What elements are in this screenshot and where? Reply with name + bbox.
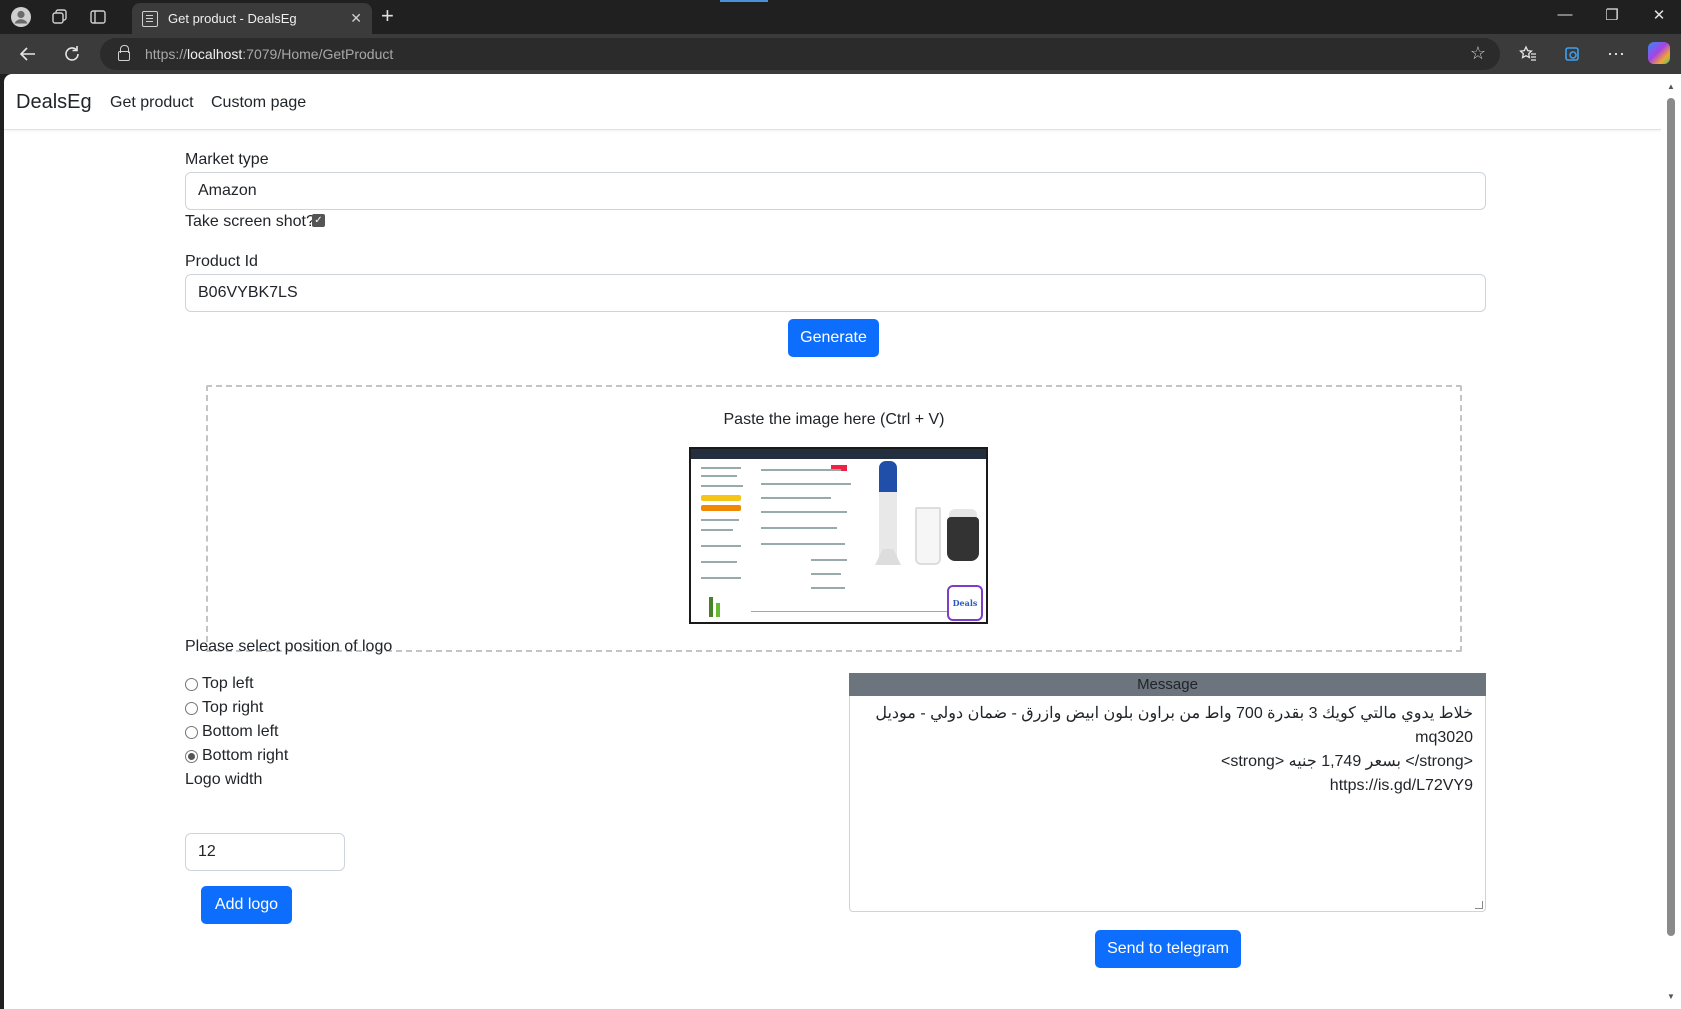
resize-handle-icon[interactable] xyxy=(1475,901,1483,909)
radio-top-right-control[interactable] xyxy=(185,701,198,715)
add-logo-button[interactable]: Add logo xyxy=(201,886,292,924)
browser-titlebar: Get product - DealsEg ✕ + — ❐ ✕ xyxy=(0,0,1681,34)
screenshot-label: Take screen shot? xyxy=(185,213,315,230)
image-dropzone[interactable]: Paste the image here (Ctrl + V) Deals xyxy=(206,385,1462,652)
deals-logo-icon: Deals xyxy=(947,585,983,621)
favorite-star-icon[interactable]: ☆ xyxy=(1470,43,1486,64)
radio-bottom-right[interactable]: Bottom right xyxy=(185,747,288,765)
radio-top-left[interactable]: Top left xyxy=(185,675,254,693)
logo-position-label: Please select position of logo xyxy=(185,638,393,655)
message-line-link: https://is.gd/L72VY9 xyxy=(1329,777,1473,794)
logo-width-label: Logo width xyxy=(185,771,263,788)
radio-bottom-left-control[interactable] xyxy=(185,725,198,739)
tab-close-icon[interactable]: ✕ xyxy=(350,10,362,27)
new-tab-icon[interactable]: + xyxy=(381,5,394,27)
radio-bottom-right-control[interactable] xyxy=(185,749,198,763)
page-viewport: DealsEg Get product Custom page Market t… xyxy=(4,74,1661,1009)
radio-top-right[interactable]: Top right xyxy=(185,699,263,717)
back-icon[interactable] xyxy=(15,42,41,66)
market-type-select[interactable]: Amazon xyxy=(185,172,1486,210)
message-textarea[interactable]: خلاط يدوي مالتي كويك 3 بقدرة 700 واط من … xyxy=(849,696,1486,912)
product-id-input[interactable]: B06VYBK7LS xyxy=(185,274,1486,312)
logo-width-input[interactable]: 12 xyxy=(185,833,345,871)
scroll-down-icon[interactable]: ▼ xyxy=(1667,992,1675,1001)
page-scrollbar[interactable]: ▲ ▼ xyxy=(1661,74,1681,1009)
copilot-icon[interactable] xyxy=(1648,42,1670,64)
close-window-icon[interactable]: ✕ xyxy=(1644,6,1674,24)
refresh-icon[interactable] xyxy=(59,42,85,66)
url-text: https://localhost:7079/Home/GetProduct xyxy=(145,46,394,62)
market-type-label: Market type xyxy=(185,151,269,168)
site-navbar: DealsEg Get product Custom page xyxy=(4,74,1661,130)
lock-icon[interactable] xyxy=(118,45,130,61)
tab-actions-icon[interactable] xyxy=(87,6,109,28)
scroll-up-icon[interactable]: ▲ xyxy=(1667,82,1675,91)
tab-active[interactable]: Get product - DealsEg ✕ xyxy=(132,3,372,34)
radio-bottom-left[interactable]: Bottom left xyxy=(185,723,278,741)
message-line-title: خلاط يدوي مالتي كويك 3 بقدرة 700 واط من … xyxy=(875,705,1473,746)
address-bar[interactable]: https://localhost:7079/Home/GetProduct ☆ xyxy=(100,38,1500,70)
product-id-label: Product Id xyxy=(185,253,258,270)
page-favicon-icon xyxy=(142,10,158,27)
message-line-price: <strong> بسعر 1,749 جنيه </strong> xyxy=(1221,753,1473,770)
message-header: Message xyxy=(849,673,1486,696)
dropzone-text: Paste the image here (Ctrl + V) xyxy=(723,411,945,428)
site-brand[interactable]: DealsEg xyxy=(16,91,92,114)
product-screenshot-image: Deals xyxy=(689,447,988,624)
tab-title: Get product - DealsEg xyxy=(168,11,297,26)
collections-icon[interactable] xyxy=(1559,42,1585,66)
generate-button[interactable]: Generate xyxy=(788,319,879,357)
browser-toolbar: https://localhost:7079/Home/GetProduct ☆… xyxy=(0,34,1681,74)
activity-indicator xyxy=(720,0,768,2)
profile-icon[interactable] xyxy=(10,6,32,28)
more-menu-icon[interactable]: ⋯ xyxy=(1603,42,1629,66)
radio-top-left-control[interactable] xyxy=(185,677,198,691)
send-to-telegram-button[interactable]: Send to telegram xyxy=(1095,930,1241,968)
screenshot-checkbox[interactable]: ✓ xyxy=(312,214,325,227)
workspaces-icon[interactable] xyxy=(49,6,71,28)
favorites-icon[interactable] xyxy=(1515,42,1541,66)
scroll-thumb[interactable] xyxy=(1667,98,1675,936)
minimize-icon[interactable]: — xyxy=(1550,6,1580,23)
nav-link-custom-page[interactable]: Custom page xyxy=(211,94,306,112)
nav-link-get-product[interactable]: Get product xyxy=(110,94,194,112)
restore-icon[interactable]: ❐ xyxy=(1597,6,1627,24)
